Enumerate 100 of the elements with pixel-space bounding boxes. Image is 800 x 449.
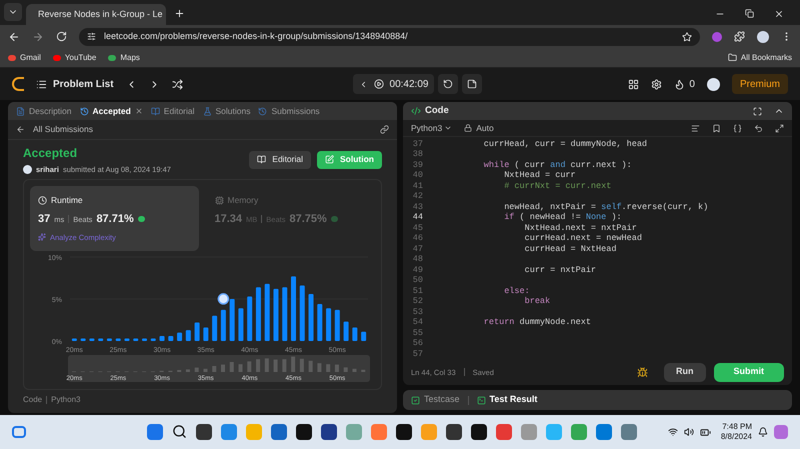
premium-button[interactable]: Premium bbox=[732, 74, 788, 94]
stat-value: 17.34 bbox=[214, 212, 242, 227]
all-submissions-link[interactable]: All Submissions bbox=[33, 123, 93, 136]
reset-timer-button[interactable] bbox=[438, 74, 458, 94]
layout-icon[interactable] bbox=[628, 78, 640, 90]
chart-bar bbox=[80, 338, 86, 341]
bookmark-icon[interactable] bbox=[712, 124, 721, 133]
close-icon[interactable] bbox=[774, 9, 784, 19]
note-icon bbox=[467, 79, 478, 89]
console-tab[interactable]: Test Result bbox=[476, 393, 538, 407]
code-line: currHead = NxtHead bbox=[524, 244, 616, 254]
fullscreen-icon[interactable] bbox=[775, 124, 784, 133]
language-select[interactable]: Python3 bbox=[411, 122, 452, 134]
restore-icon[interactable] bbox=[745, 9, 754, 18]
streak-counter[interactable]: 0 bbox=[674, 76, 695, 92]
user-avatar[interactable] bbox=[706, 78, 720, 90]
battery-icon[interactable] bbox=[700, 426, 711, 438]
line-number: 42 bbox=[412, 191, 424, 202]
site-icon bbox=[52, 54, 61, 60]
browser-tab[interactable]: Reverse Nodes in k-Group - Le bbox=[26, 4, 166, 25]
timer-text: 00:42:09 bbox=[390, 78, 428, 92]
search-icon[interactable] bbox=[172, 424, 187, 439]
bookmark-star-icon[interactable] bbox=[682, 32, 692, 42]
panel-title: Code bbox=[425, 104, 449, 118]
overview-bar bbox=[282, 358, 286, 372]
bookmark-link[interactable]: Maps bbox=[108, 52, 140, 64]
extensions-icon[interactable] bbox=[734, 31, 745, 42]
line-number: 54 bbox=[412, 317, 424, 328]
result-marker bbox=[218, 292, 230, 304]
notes-button[interactable] bbox=[462, 74, 482, 94]
volume-icon[interactable] bbox=[684, 427, 694, 437]
panel-tab[interactable]: Description bbox=[16, 104, 72, 118]
maximize-icon[interactable] bbox=[753, 106, 762, 116]
auto-mode-toggle[interactable]: Auto bbox=[464, 122, 494, 134]
panel-tab[interactable]: Solutions bbox=[202, 104, 250, 118]
chart-bar bbox=[220, 310, 226, 341]
back-icon[interactable] bbox=[8, 30, 20, 42]
panel-tab[interactable]: Editorial bbox=[150, 104, 195, 118]
badge-icon bbox=[330, 216, 338, 222]
widgets-icon[interactable] bbox=[12, 426, 26, 438]
wifi-icon[interactable] bbox=[668, 427, 678, 437]
clock[interactable]: 7:48 PM 8/8/2024 bbox=[720, 422, 752, 442]
run-button[interactable]: Run bbox=[664, 362, 706, 382]
line-number: 56 bbox=[412, 338, 424, 349]
sparkle-icon bbox=[38, 233, 46, 242]
debug-icon[interactable] bbox=[637, 366, 648, 378]
code-line: if ( newHead != None ): bbox=[503, 212, 622, 223]
reload-icon[interactable] bbox=[56, 31, 67, 42]
chart-bar bbox=[133, 338, 138, 341]
overview-bar bbox=[291, 356, 296, 372]
terminal-icon bbox=[476, 396, 486, 404]
overview-bar bbox=[300, 358, 304, 372]
overview-bar bbox=[317, 362, 322, 372]
badge-icon bbox=[138, 216, 145, 222]
overview-bar bbox=[308, 360, 313, 372]
overview-bar bbox=[238, 364, 243, 372]
profile-avatar[interactable] bbox=[757, 30, 769, 42]
chart-bar bbox=[160, 336, 165, 341]
reset-icon[interactable] bbox=[754, 124, 763, 133]
code-line: currHead.next = newHead bbox=[524, 233, 642, 244]
code-line: curr = nxtPair bbox=[524, 264, 596, 276]
leetcode-logo-icon[interactable] bbox=[12, 77, 24, 91]
overview-bar bbox=[274, 359, 278, 372]
panel-tab[interactable]: Accepted bbox=[80, 104, 143, 118]
link-icon[interactable] bbox=[380, 125, 389, 134]
all-bookmarks-link[interactable]: All Bookmarks bbox=[728, 52, 792, 64]
overview-bar bbox=[194, 367, 199, 372]
bookmark-link[interactable]: YouTube bbox=[52, 52, 96, 64]
chart-bar bbox=[344, 321, 349, 341]
chart-bar bbox=[282, 287, 288, 341]
tab-icon bbox=[16, 106, 25, 116]
chart-bar bbox=[72, 338, 77, 341]
console-tab[interactable]: Testcase bbox=[411, 393, 460, 407]
line-number: 52 bbox=[412, 296, 424, 307]
play-icon bbox=[374, 79, 384, 89]
forward-icon[interactable] bbox=[32, 30, 44, 42]
chart-bar bbox=[256, 287, 261, 341]
timer-control[interactable]: 00:42:09 bbox=[352, 74, 434, 94]
notification-icon[interactable] bbox=[758, 427, 768, 437]
chart-bar bbox=[317, 304, 322, 341]
code-line: while ( curr and curr.next ): bbox=[482, 160, 632, 170]
panel-tab[interactable]: Submissions bbox=[258, 104, 320, 118]
shuffle-icon[interactable] bbox=[172, 78, 183, 90]
chart-bar bbox=[238, 308, 244, 341]
back-icon[interactable] bbox=[16, 125, 25, 134]
new-tab-icon[interactable] bbox=[174, 8, 185, 19]
extension-icon[interactable] bbox=[712, 32, 722, 42]
overview-bar bbox=[221, 364, 225, 372]
stat-value: 37 bbox=[38, 212, 50, 227]
braces-icon[interactable] bbox=[733, 124, 742, 133]
line-number: 40 bbox=[412, 170, 424, 181]
editorial-button[interactable]: Editorial bbox=[249, 150, 311, 169]
address-bar[interactable]: leetcode.com/problems/reverse-nodes-in-k-group/submissions/1348940884/ bbox=[79, 28, 700, 46]
problem-list-link[interactable]: Problem List bbox=[36, 76, 114, 92]
bookmark-link[interactable]: Gmail bbox=[8, 52, 41, 64]
format-icon[interactable] bbox=[691, 124, 700, 133]
chart-bar bbox=[264, 284, 270, 341]
stat-label: Memory bbox=[228, 194, 258, 207]
code-line: NxtHead.next = nxtPair bbox=[524, 222, 637, 234]
flame-icon bbox=[674, 78, 686, 90]
